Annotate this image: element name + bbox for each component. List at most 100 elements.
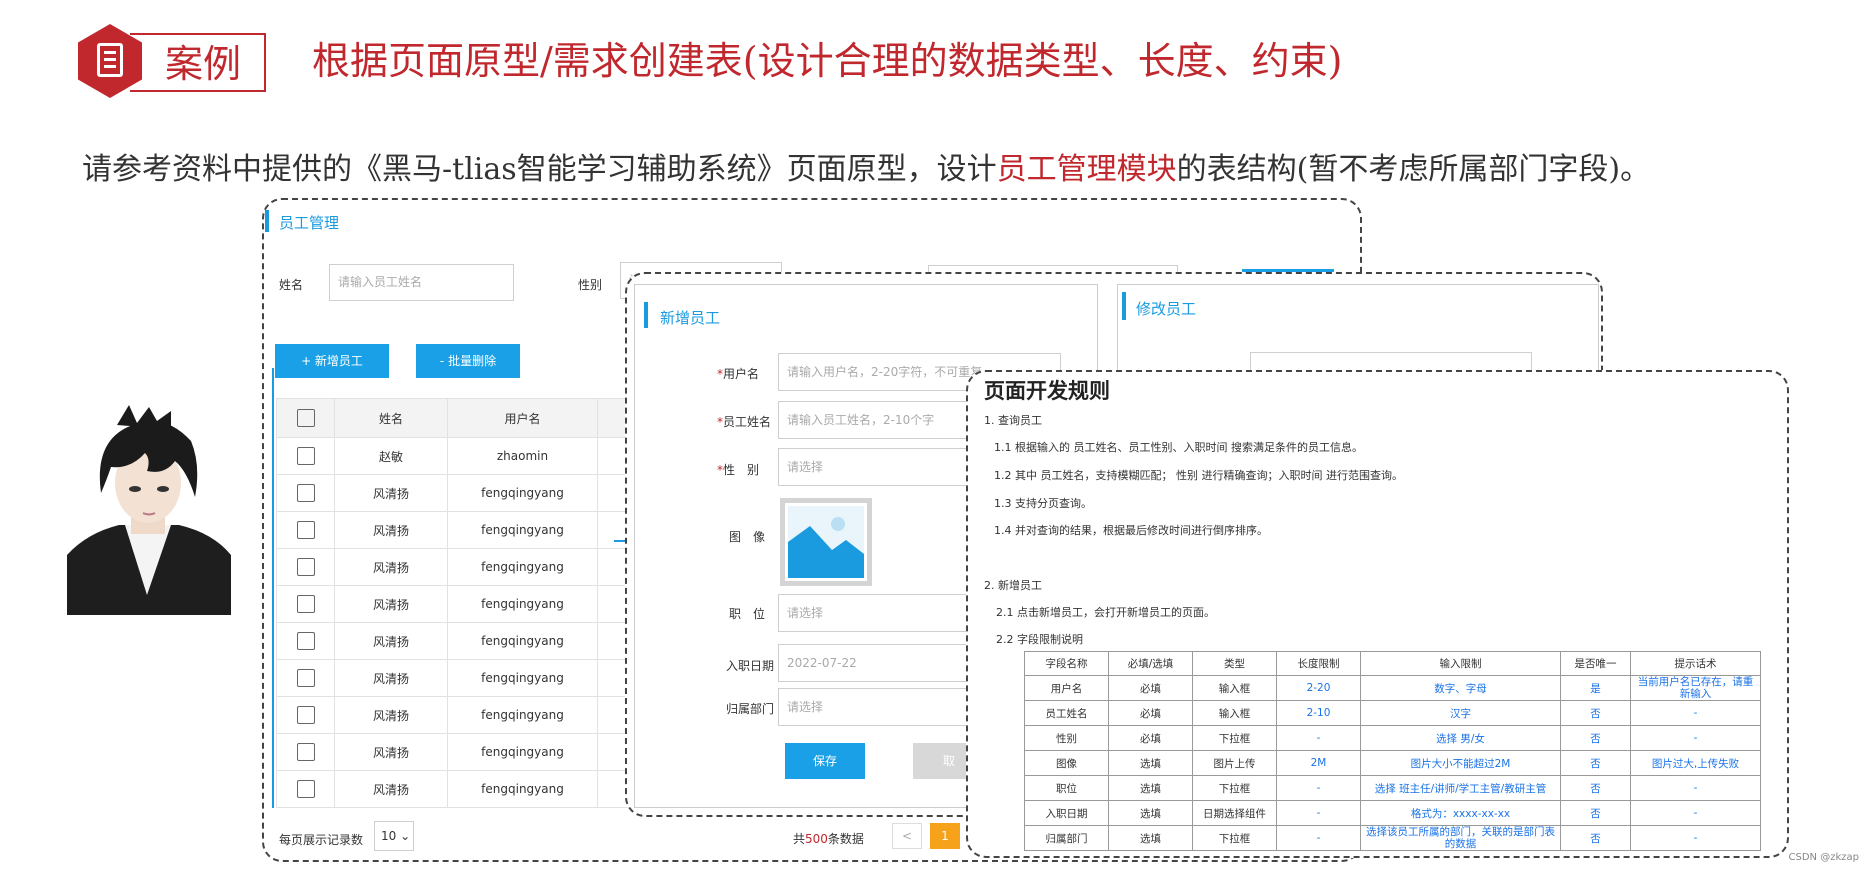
table-row[interactable]: 风清扬 fengqingyang [276,696,638,734]
table-row[interactable]: 风清扬 fengqingyang [276,585,638,623]
spec-cell: 性别 [1024,725,1109,751]
spec-cell: 选填 [1108,775,1193,801]
cell-username: fengqingyang [447,548,598,586]
table-row[interactable]: 风清扬 fengqingyang [276,659,638,697]
spec-cell: - [1276,725,1361,751]
connector-line [272,368,274,808]
spec-row: 用户名 必填 输入框 2-20 数字、字母是当前用户名已存在，请重新输入 [1024,675,1761,701]
gender-label: *性 别 [717,463,760,477]
spec-header: 类型 [1192,651,1277,676]
spec-row: 归属部门 选填 下拉框 - 选择该员工所属的部门，关联的是部门表的数据否 - [1024,825,1761,851]
save-button[interactable]: 保存 [785,743,865,779]
spec-cell: 图片过大,上传失败 [1630,750,1761,776]
column-header-username: 用户名 [447,398,598,438]
table-row[interactable]: 风清扬 fengqingyang [276,622,638,660]
job-label: 职 位 [729,607,766,621]
image-placeholder-icon [788,506,864,578]
subtitle-text-end: 的表结构(暂不考虑所属部门字段)。 [1176,152,1651,187]
row-checkbox[interactable] [296,595,315,613]
cancel-button[interactable]: 取 [913,743,973,779]
spec-cell: - [1276,775,1361,801]
spec-cell: 汉字 [1360,700,1561,726]
spec-header-row: 字段名称 必填/选填 类型 长度限制 输入限制 是否唯一 提示话术 [1024,651,1761,676]
cell-name: 风清扬 [334,548,448,586]
image-upload[interactable] [780,498,872,586]
cell-username: fengqingyang [447,659,598,697]
employee-name-input[interactable]: 请输入员工姓名，2-10个字 [778,401,978,439]
row-checkbox[interactable] [296,669,315,687]
batch-delete-button[interactable]: - 批量删除 [416,344,520,378]
department-select[interactable]: 请选择 [778,688,978,726]
row-checkbox[interactable] [296,558,315,576]
page-size-select[interactable]: 10 ⌄ [374,821,414,851]
page-size-value: 10 [381,829,397,843]
chevron-down-icon: ⌄ [400,829,411,843]
spec-cell: 数字、字母 [1360,675,1561,701]
rules-item-1-1: 1.1 根据输入的 员工姓名、员工性别、入职时间 搜索满足条件的员工信息。 [994,441,1363,454]
entry-date-input[interactable]: 2022-07-22 [778,644,978,682]
spec-cell: 2M [1276,750,1361,776]
spec-cell: 否 [1560,750,1631,776]
cell-name: 赵敏 [334,437,448,475]
spec-cell: - [1630,725,1761,751]
select-all-checkbox[interactable] [296,409,315,427]
cell-name: 风清扬 [334,585,448,623]
document-icon [97,43,123,77]
subtitle-highlight: 员工管理模块 [996,152,1177,187]
title-accent-bar [1122,292,1126,320]
row-checkbox[interactable] [296,632,315,650]
prev-page-button[interactable]: < [892,823,922,849]
row-checkbox[interactable] [296,780,315,798]
page-1-button[interactable]: 1 [930,823,960,849]
add-employee-button[interactable]: + 新增员工 [275,344,389,378]
spec-cell: 图片大小不能超过2M [1360,750,1561,776]
spec-row: 员工姓名 必填 输入框 2-10 汉字否 - [1024,700,1761,726]
rules-item-1-4: 1.4 并对查询的结果，根据最后修改时间进行倒序排序。 [994,524,1268,537]
gender-label-text: 性 别 [723,463,760,477]
row-checkbox[interactable] [296,484,315,502]
gender-select[interactable]: 请选择 [778,448,978,486]
spec-cell: 归属部门 [1024,825,1109,851]
spec-cell: - [1630,800,1761,826]
spec-cell: 否 [1560,725,1631,751]
rules-section-2: 2. 新增员工 [984,579,1042,592]
spec-cell: 2-20 [1276,675,1361,701]
spec-cell: 员工姓名 [1024,700,1109,726]
row-checkbox[interactable] [296,447,315,465]
spec-cell: 图像 [1024,750,1109,776]
name-filter-input[interactable]: 请输入员工姓名 [329,264,514,301]
cell-name: 风清扬 [334,696,448,734]
table-row[interactable]: 风清扬 fengqingyang [276,548,638,586]
table-row[interactable]: 赵敏 zhaomin [276,437,638,475]
table-row[interactable]: 风清扬 fengqingyang [276,474,638,512]
cell-username: zhaomin [447,437,598,475]
cell-name: 风清扬 [334,474,448,512]
row-checkbox[interactable] [296,706,315,724]
row-checkbox[interactable] [296,521,315,539]
spec-cell: 下拉框 [1192,725,1277,751]
slide-subtitle: 请参考资料中提供的《黑马-tlias智能学习辅助系统》页面原型，设计员工管理模块… [82,148,1650,192]
select-all-cell[interactable] [276,398,335,438]
spec-cell: 用户名 [1024,675,1109,701]
spec-cell: 选填 [1108,750,1193,776]
edit-username-input[interactable] [1250,352,1532,372]
spec-header: 字段名称 [1024,651,1109,676]
spec-cell: 必填 [1108,675,1193,701]
title-accent-bar [644,302,648,328]
page-size-label: 每页展示记录数 [279,833,364,847]
watermark-credit: CSDN @zkzap [1788,852,1859,863]
table-row[interactable]: 风清扬 fengqingyang [276,511,638,549]
spec-cell: 输入框 [1192,675,1277,701]
spec-cell: - [1630,775,1761,801]
gender-filter-label: 性别 [578,278,603,292]
spec-cell: 日期选择组件 [1192,800,1277,826]
spec-cell: 否 [1560,825,1631,851]
spec-cell: 入职日期 [1024,800,1109,826]
cell-name: 风清扬 [334,733,448,771]
job-select[interactable]: 请选择 [778,594,978,632]
table-row[interactable]: 风清扬 fengqingyang [276,770,638,808]
spec-cell: 选择 男/女 [1360,725,1561,751]
table-row[interactable]: 风清扬 fengqingyang [276,733,638,771]
row-checkbox[interactable] [296,743,315,761]
employee-table: 姓名 用户名 赵敏 zhaomin 风清扬 fengqingyang 风清扬 feng… [276,398,638,808]
